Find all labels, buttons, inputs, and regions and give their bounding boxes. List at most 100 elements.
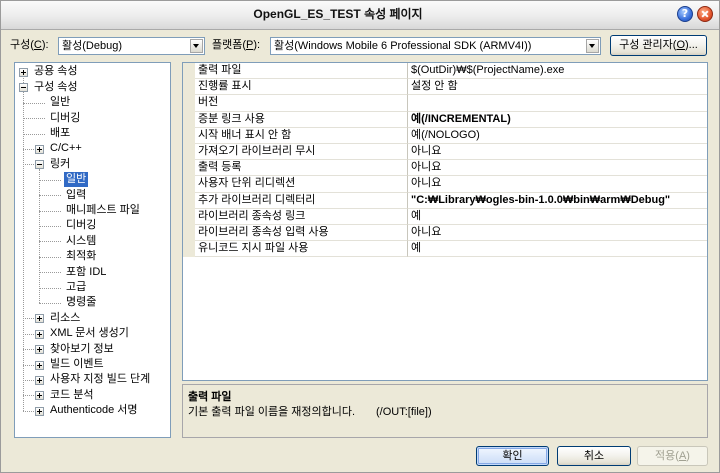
tree-item-label: 디버깅 [66,219,97,232]
tree-item-label: 일반 [64,172,89,188]
property-row-gutter [183,79,195,96]
property-name: 출력 등록 [195,160,407,177]
property-value[interactable]: 예 [407,208,707,225]
plus-stroke [39,408,40,414]
property-name: 라이브러리 종속성 링크 [195,209,407,225]
property-value[interactable]: "C:₩Library₩ogles-bin-1.0.0₩bin₩arm₩Debu… [407,192,707,209]
tree-item[interactable]: Authenticode 서명 [15,403,170,418]
property-value[interactable]: 아니요 [407,160,707,177]
property-row-gutter [183,224,195,242]
tree-item-label: 일반 [50,96,71,109]
tree-item[interactable]: 일반 [15,172,170,188]
expand-icon[interactable] [35,345,44,354]
tree-item[interactable]: 디버깅 [15,111,170,126]
property-value[interactable]: 예(/NOLOGO) [407,127,707,144]
property-name: 증분 링크 사용 [195,112,407,128]
help-icon[interactable] [677,6,693,22]
tree-item-label: Authenticode 서명 [50,404,138,417]
tree-item[interactable]: 고급 [15,280,170,295]
tree-item[interactable]: 포함 IDL [15,265,170,280]
tree-item[interactable]: 시스템 [15,234,170,249]
expand-icon[interactable] [35,144,44,154]
property-name: 유니코드 지시 파일 사용 [195,241,407,258]
tree-item[interactable]: 사용자 지정 빌드 단계 [15,372,170,387]
collapse-icon[interactable] [19,82,28,92]
property-value[interactable] [407,95,707,112]
expand-icon[interactable] [35,375,44,385]
property-value[interactable]: 설정 안 함 [407,79,707,96]
description-pane: 출력 파일 기본 출력 파일 이름을 재정의합니다. (/OUT:[file]) [182,384,708,438]
tree-item[interactable]: 입력 [15,188,170,203]
tree-item[interactable]: 구성 속성 [15,80,170,95]
property-tree[interactable]: 공용 속성 구성 속성 일반 디버깅 배포 C/C++ 링커 일반 입력 매니페스트 파일 디버깅 시… [14,62,171,438]
chevron-down-icon[interactable] [190,39,203,53]
tree-item[interactable]: C/C++ [15,141,170,156]
configuration-combo-value: 활성(Debug) [62,40,122,52]
property-row[interactable]: 추가 라이브러리 디렉터리 "C:₩Library₩ogles-bin-1.0.0… [183,192,707,209]
platform-combo-value: 활성(Windows Mobile 6 Professional SDK (AR… [274,40,532,52]
property-value[interactable]: 예(/INCREMENTAL) [407,111,707,128]
property-row[interactable]: 버전 [183,95,707,112]
property-value[interactable]: 아니요 [407,176,707,193]
property-row[interactable]: 유니코드 지시 파일 사용 예 [183,241,707,258]
property-row[interactable]: 가져오기 라이브러리 무시 아니요 [183,143,707,161]
expand-icon[interactable] [35,329,44,339]
cancel-button[interactable]: 취소 [557,446,631,466]
property-value[interactable]: $(OutDir)₩$(ProjectName).exe [407,63,707,80]
expand-icon[interactable] [35,390,44,400]
expand-icon[interactable] [35,360,44,370]
tree-item[interactable]: 빌드 이벤트 [15,357,170,372]
expand-icon[interactable] [35,406,44,416]
property-row-gutter [183,127,195,144]
property-grid[interactable]: 출력 파일 $(OutDir)₩$(ProjectName).exe 진행률 표시 설… [182,62,708,381]
tree-item[interactable]: 명령줄 [15,295,170,310]
tree-item[interactable]: 링커 [15,157,170,172]
tree-item[interactable]: 매니페스트 파일 [15,203,170,218]
tree-item[interactable]: 리소스 [15,311,170,326]
configuration-manager-button[interactable]: 구성 관리자(O)... [610,35,707,56]
tree-item-label: 찾아보기 정보 [50,342,114,355]
tree-item[interactable]: 배포 [15,126,170,141]
collapse-icon[interactable] [35,159,44,169]
window-title: OpenGL_ES_TEST 속성 페이지 [253,7,423,21]
plus-stroke [23,69,24,75]
expand-icon[interactable] [35,313,44,323]
property-row[interactable]: 출력 등록 아니요 [183,160,707,177]
ok-button[interactable]: 확인 [476,446,549,466]
platform-combo[interactable]: 활성(Windows Mobile 6 Professional SDK (AR… [270,37,601,55]
property-row[interactable]: 라이브러리 종속성 입력 사용 아니요 [183,224,707,242]
property-name: 가져오기 라이브러리 무시 [195,144,407,161]
property-row[interactable]: 증분 링크 사용 예(/INCREMENTAL) [183,111,707,128]
minus-stroke [37,163,42,165]
property-row-gutter [183,63,195,80]
tree-item[interactable]: 디버깅 [15,218,170,233]
property-row[interactable]: 시작 배너 표시 안 함 예(/NOLOGO) [183,127,707,144]
tree-item[interactable]: 공용 속성 [15,64,170,79]
tree-item[interactable]: 최적화 [15,249,170,264]
chevron-down-icon[interactable] [586,39,599,53]
tree-item-label: 입력 [66,188,87,201]
configuration-combo[interactable]: 활성(Debug) [58,37,205,55]
property-value[interactable]: 아니요 [407,224,707,242]
plus-stroke [39,392,40,398]
tree-item[interactable]: XML 문서 생성기 [15,326,170,341]
property-row[interactable]: 진행률 표시 설정 안 함 [183,79,707,96]
property-row[interactable]: 사용자 단위 리디렉션 아니요 [183,176,707,193]
property-name: 진행률 표시 [195,79,407,96]
property-value[interactable]: 아니요 [407,143,707,161]
property-value[interactable]: 예 [407,241,707,258]
property-name: 사용자 단위 리디렉션 [195,176,407,193]
platform-label: 플랫폼(P): [212,39,261,51]
tree-item[interactable]: 일반 [15,95,170,110]
property-row[interactable]: 출력 파일 $(OutDir)₩$(ProjectName).exe [183,63,707,80]
tree-item[interactable]: 코드 분석 [15,388,170,403]
tree-item[interactable]: 찾아보기 정보 [15,342,170,357]
tree-item-label: 공용 속성 [34,65,78,78]
property-row[interactable]: 라이브러리 종속성 링크 예 [183,208,707,225]
close-icon[interactable] [697,6,713,22]
plus-stroke [39,315,40,321]
plus-stroke [39,362,40,368]
apply-button[interactable]: 적용(A) [637,446,708,466]
expand-icon[interactable] [19,67,28,77]
property-row-gutter [183,192,195,209]
